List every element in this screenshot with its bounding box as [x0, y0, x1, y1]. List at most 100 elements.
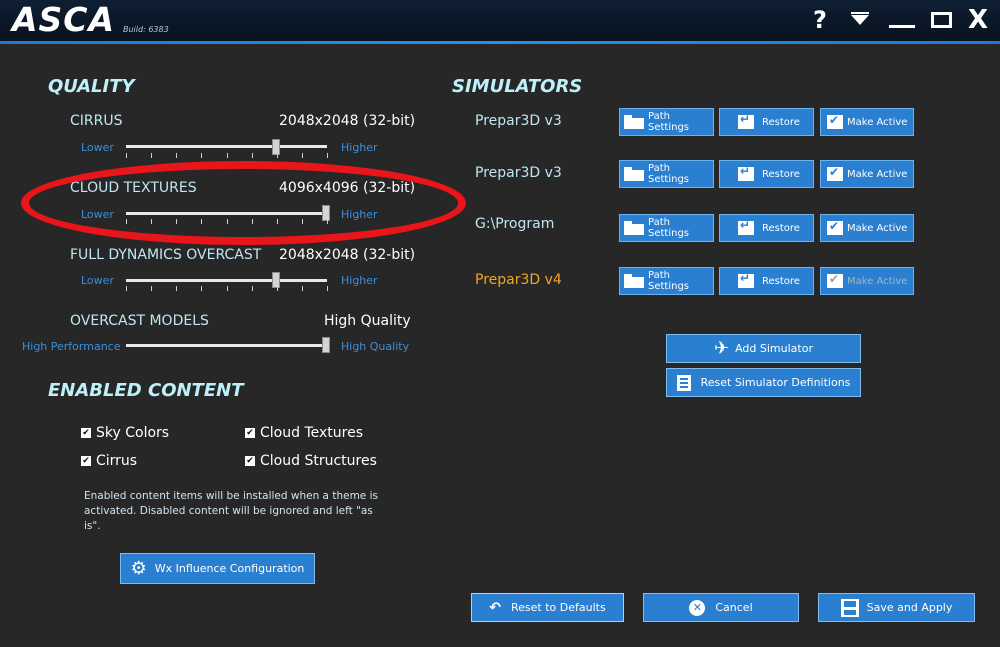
- slider-tick: [276, 219, 278, 224]
- make-active-button[interactable]: Make Active: [820, 160, 914, 188]
- restore-button[interactable]: Restore: [719, 108, 814, 136]
- app-logo: ASCA: [12, 0, 116, 39]
- slider-tick: [126, 219, 127, 224]
- checkbox-label: Cloud Structures: [260, 453, 377, 469]
- enabled-content-note: Enabled content items will be installed …: [84, 490, 378, 532]
- button-label: Restore: [762, 222, 800, 234]
- slider-tick: [226, 153, 228, 158]
- restore-icon: [738, 164, 754, 181]
- simulator-name: G:\Program: [475, 216, 555, 232]
- path-settings-button[interactable]: Path Settings: [619, 214, 714, 242]
- restore-button[interactable]: Restore: [719, 160, 814, 188]
- make-active-button-disabled: Make Active: [820, 267, 914, 295]
- button-label: Cancel: [715, 601, 753, 614]
- slider-tick: [301, 219, 303, 224]
- button-label: Make Active: [847, 168, 908, 180]
- slider-tick: [327, 219, 328, 224]
- quality-heading: QUALITY: [48, 76, 135, 97]
- add-simulator-button[interactable]: ✈ Add Simulator: [666, 334, 861, 363]
- reset-to-defaults-button[interactable]: ↶ Reset to Defaults: [471, 593, 624, 622]
- slider-high-label: High Quality: [341, 340, 410, 353]
- save-icon: [840, 598, 859, 617]
- make-active-button[interactable]: Make Active: [820, 108, 914, 136]
- check-icon: ✔: [82, 428, 90, 438]
- button-label: Make Active: [847, 275, 908, 287]
- slider-tick: [176, 153, 178, 158]
- cancel-icon: ✕: [689, 599, 706, 616]
- slider-high-label: Higher: [341, 274, 378, 287]
- gear-icon: ⚙: [130, 558, 147, 579]
- path-settings-button[interactable]: Path Settings: [619, 267, 714, 295]
- button-label: Add Simulator: [735, 342, 813, 355]
- button-label: Restore: [762, 116, 800, 128]
- wx-influence-button[interactable]: ⚙ Wx Influence Configuration: [120, 553, 315, 584]
- folder-icon: [624, 274, 644, 288]
- path-settings-button[interactable]: Path Settings: [619, 160, 714, 188]
- slider-track[interactable]: [126, 344, 327, 347]
- simulator-name: Prepar3D v3: [475, 165, 562, 181]
- menu-dropdown-button[interactable]: [849, 6, 873, 34]
- check-icon: ✔: [246, 428, 254, 438]
- checkbox-icon: [827, 272, 843, 288]
- restore-icon: [738, 271, 754, 288]
- slider-tick: [151, 286, 153, 291]
- slider-label: OVERCAST MODELS: [70, 313, 209, 329]
- button-label: Restore: [762, 168, 800, 180]
- slider-tick: [276, 286, 278, 291]
- button-label: Restore: [762, 275, 800, 287]
- maximize-button[interactable]: [929, 6, 955, 34]
- folder-icon: [624, 115, 644, 129]
- button-label: Save and Apply: [866, 601, 953, 614]
- path-settings-button[interactable]: Path Settings: [619, 108, 714, 136]
- slider-value: 2048x2048 (32-bit): [279, 247, 416, 263]
- make-active-button[interactable]: Make Active: [820, 214, 914, 242]
- slider-track[interactable]: [126, 279, 327, 282]
- button-label: Path Settings: [648, 270, 690, 292]
- folder-icon: [624, 167, 644, 181]
- slider-low-label: Lower: [81, 141, 114, 154]
- restore-button[interactable]: Restore: [719, 214, 814, 242]
- checkbox-icon: [827, 113, 843, 129]
- button-label: Path Settings: [648, 217, 690, 239]
- red-highlight-ellipse: [21, 161, 466, 245]
- list-icon: [676, 374, 691, 391]
- slider-tick: [176, 219, 178, 224]
- checkbox-label: Cloud Textures: [260, 425, 363, 441]
- check-icon: ✔: [246, 456, 254, 466]
- close-button[interactable]: X: [965, 6, 991, 34]
- slider-tick: [201, 153, 203, 158]
- help-button[interactable]: ?: [808, 6, 832, 34]
- checkbox-icon: [827, 219, 843, 235]
- checkbox-label: Cirrus: [96, 453, 138, 469]
- slider-thumb[interactable]: [271, 272, 280, 288]
- slider-tick: [327, 153, 328, 158]
- slider-tick: [126, 153, 127, 158]
- slider-value: High Quality: [324, 313, 411, 329]
- slider-tick: [151, 153, 153, 158]
- slider-track[interactable]: [126, 145, 327, 148]
- save-and-apply-button[interactable]: Save and Apply: [818, 593, 975, 622]
- slider-thumb[interactable]: [322, 337, 330, 353]
- minimize-button[interactable]: [889, 6, 915, 34]
- slider-value: 2048x2048 (32-bit): [279, 113, 416, 129]
- checkbox-sky-colors[interactable]: ✔: [81, 428, 91, 438]
- slider-tick: [201, 286, 203, 291]
- build-number: Build: 6383: [123, 25, 169, 34]
- restore-icon: [738, 112, 754, 129]
- checkbox-cloud-textures[interactable]: ✔: [245, 428, 255, 438]
- title-bar: ASCA Build: 6383 ? X: [0, 0, 1000, 44]
- check-icon: ✔: [82, 456, 90, 466]
- checkbox-cloud-structures[interactable]: ✔: [245, 456, 255, 466]
- reset-simulator-definitions-button[interactable]: Reset Simulator Definitions: [666, 368, 861, 397]
- restore-button[interactable]: Restore: [719, 267, 814, 295]
- slider-tick: [226, 219, 228, 224]
- slider-tick: [276, 153, 278, 158]
- slider-thumb[interactable]: [271, 139, 280, 155]
- slider-label: FULL DYNAMICS OVERCAST: [70, 247, 262, 263]
- cancel-button[interactable]: ✕ Cancel: [643, 593, 799, 622]
- button-label: Reset to Defaults: [511, 601, 606, 614]
- slider-tick: [301, 286, 303, 291]
- checkbox-cirrus[interactable]: ✔: [81, 456, 91, 466]
- folder-icon: [624, 221, 644, 235]
- simulator-name-active: Prepar3D v4: [475, 272, 562, 288]
